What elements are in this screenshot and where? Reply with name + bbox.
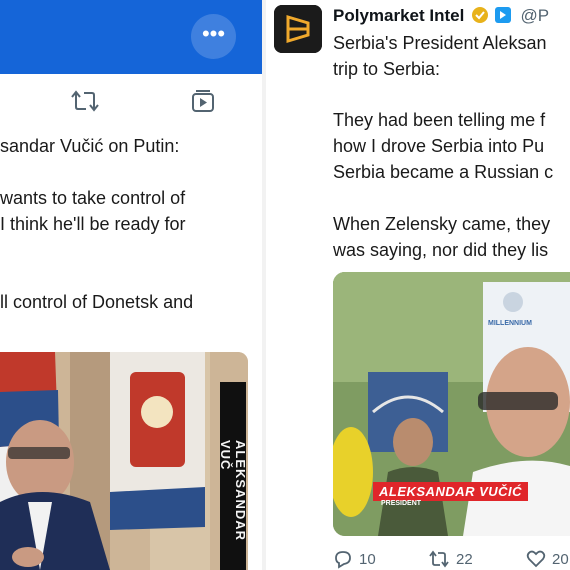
video-frame-illustration bbox=[0, 352, 248, 570]
right-tweet-panel: Polymarket Intel @P Serbia's President A… bbox=[266, 0, 570, 570]
right-tweet-line-1: Serbia's President Aleksan bbox=[333, 33, 547, 53]
right-tweet-line-5: Serbia became a Russian c bbox=[333, 162, 554, 182]
left-tweet-video[interactable]: ALEKSANDAR VUČ bbox=[0, 352, 248, 570]
author-name[interactable]: Polymarket Intel bbox=[333, 6, 464, 25]
left-action-bar bbox=[0, 88, 262, 118]
blue-header-bar: ••• bbox=[0, 0, 262, 74]
reply-stat[interactable]: 10 bbox=[333, 549, 376, 569]
right-tweet-line-4: how I drove Serbia into Pu bbox=[333, 136, 545, 156]
right-tweet-video[interactable]: ALEKSANDAR VUČIĆ PRESIDENT MILLENNIUM bbox=[333, 272, 570, 536]
like-stat[interactable]: 20 bbox=[526, 549, 569, 569]
right-tweet-line-2: trip to Serbia: bbox=[333, 59, 441, 79]
left-tweet-panel: ••• sandar Vučić on Putin: wants to take… bbox=[0, 0, 262, 570]
heart-icon bbox=[526, 550, 546, 568]
retweet-icon bbox=[429, 550, 449, 568]
left-tweet-line-2: wants to take control of bbox=[0, 188, 186, 208]
affiliate-badge-icon bbox=[494, 6, 512, 29]
retweet-icon[interactable] bbox=[70, 88, 100, 119]
banner-text: MILLENNIUM bbox=[488, 320, 532, 327]
author-avatar[interactable] bbox=[274, 5, 322, 53]
right-tweet-line-3: They had been telling me f bbox=[333, 110, 546, 130]
video-name-overlay: ALEKSANDAR VUČ bbox=[218, 382, 248, 570]
right-tweet-line-7: was saying, nor did they lis bbox=[333, 240, 549, 260]
polymarket-logo-icon bbox=[274, 5, 322, 53]
media-bookmark-icon[interactable] bbox=[190, 88, 216, 119]
verified-badge-icon bbox=[471, 6, 489, 29]
reply-count: 10 bbox=[359, 550, 376, 568]
reply-icon bbox=[335, 551, 351, 569]
author-handle[interactable]: @P bbox=[521, 6, 550, 25]
like-count: 20 bbox=[552, 550, 569, 568]
right-tweet-line-6: When Zelensky came, they bbox=[333, 214, 551, 234]
video-role-caption: PRESIDENT bbox=[381, 500, 422, 507]
left-tweet-line-4: ll control of Donetsk and bbox=[0, 292, 194, 312]
author-row: Polymarket Intel @P bbox=[333, 6, 549, 29]
left-tweet-line-1: sandar Vučić on Putin: bbox=[0, 136, 180, 156]
video-name-caption: ALEKSANDAR VUČIĆ bbox=[373, 482, 529, 501]
repost-stat[interactable]: 22 bbox=[428, 549, 473, 569]
engagement-bar: 10 22 20 bbox=[333, 549, 570, 569]
more-button[interactable]: ••• bbox=[191, 14, 236, 59]
left-tweet-line-3: I think he'll be ready for bbox=[0, 214, 186, 234]
repost-count: 22 bbox=[456, 550, 473, 568]
